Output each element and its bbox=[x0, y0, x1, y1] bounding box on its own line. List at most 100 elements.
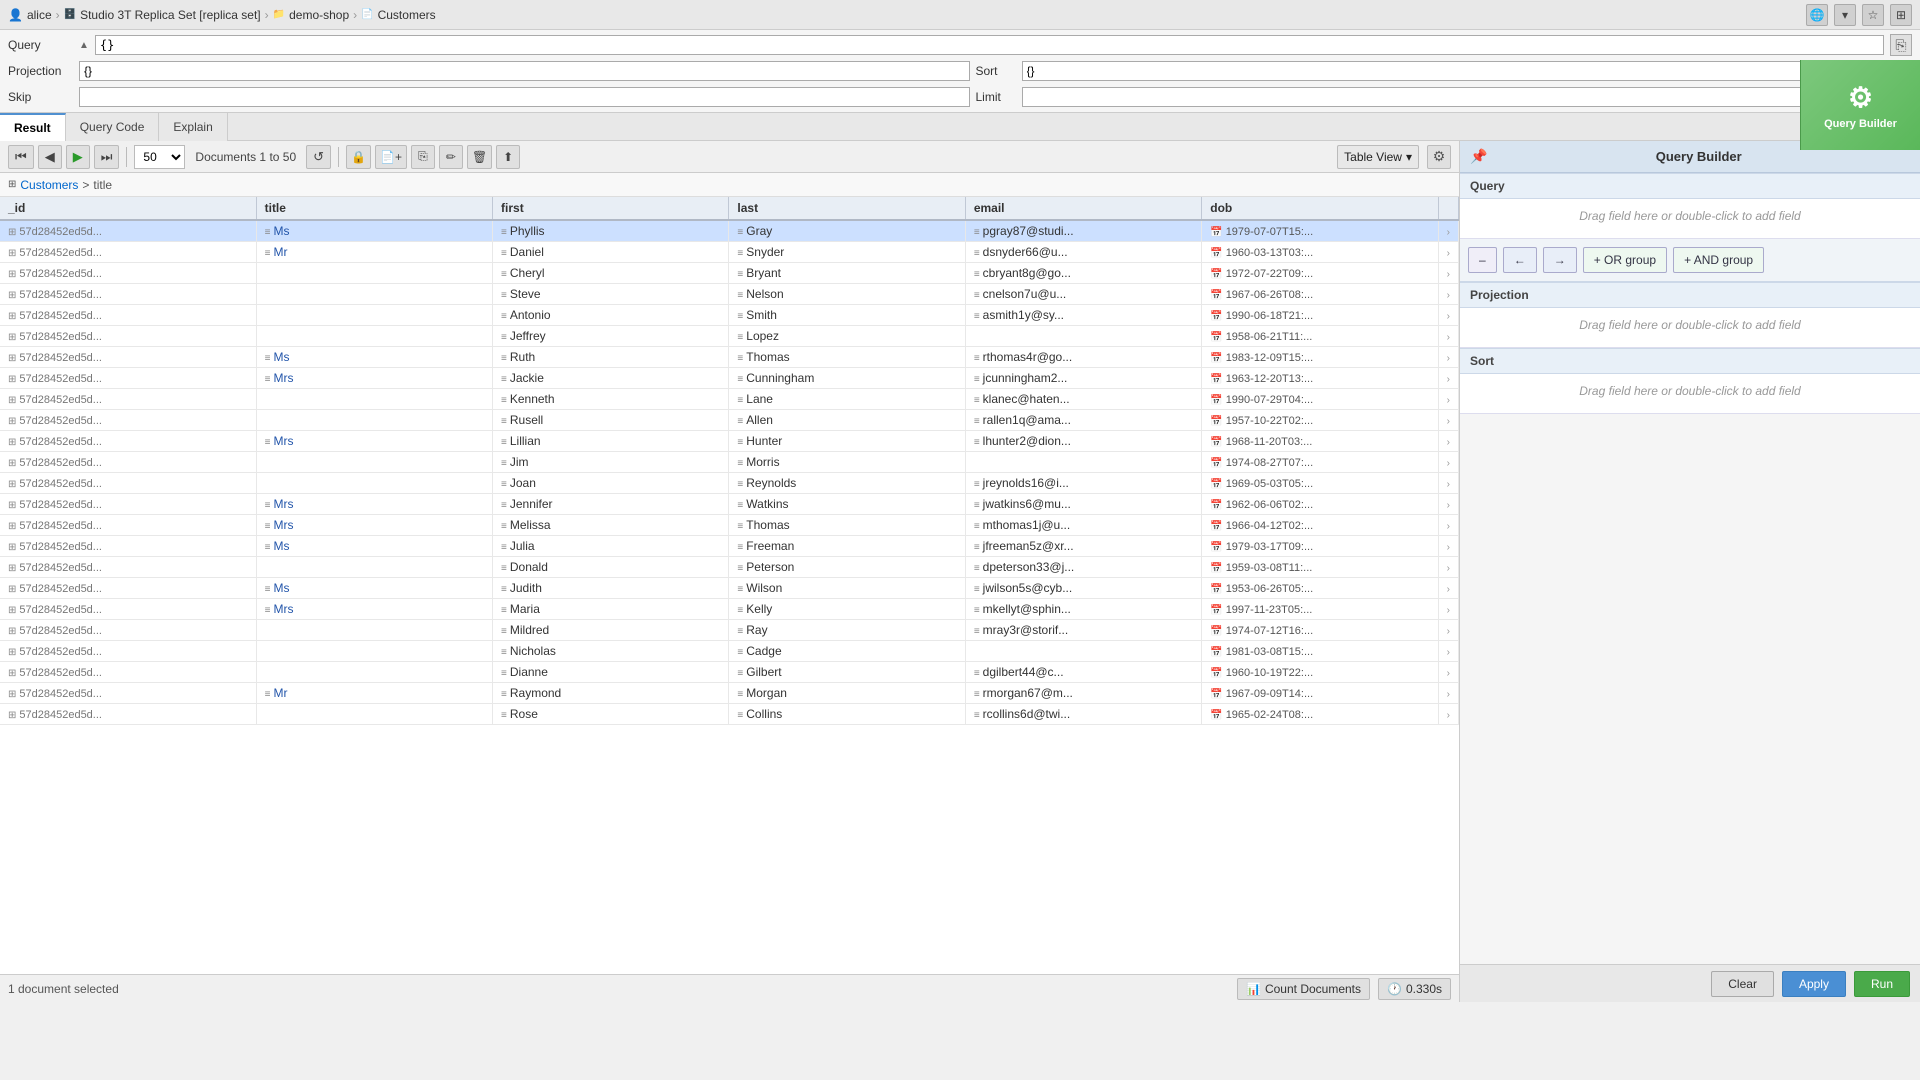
table-row[interactable]: ⊞57d28452ed5d...≡Ms≡Judith≡Wilson≡jwilso… bbox=[0, 578, 1459, 599]
delete-button[interactable]: 🗑 bbox=[467, 145, 492, 169]
projection-drop-zone[interactable]: Drag field here or double-click to add f… bbox=[1460, 308, 1920, 348]
star-icon[interactable]: ☆ bbox=[1862, 4, 1884, 26]
export-btn[interactable]: ⎘ bbox=[1890, 34, 1912, 56]
table-row[interactable]: ⊞57d28452ed5d...≡Donald≡Peterson≡dpeters… bbox=[0, 557, 1459, 578]
clone-button[interactable]: ⎘ bbox=[411, 145, 435, 169]
arrow-left-button[interactable]: ← bbox=[1503, 247, 1537, 273]
table-row[interactable]: ⊞57d28452ed5d...≡Nicholas≡Cadge📅1981-03-… bbox=[0, 641, 1459, 662]
table-row[interactable]: ⊞57d28452ed5d...≡Jeffrey≡Lopez📅1958-06-2… bbox=[0, 326, 1459, 347]
first-page-button[interactable]: ⏮ bbox=[8, 145, 34, 169]
cell-email: mray3r@storif... bbox=[983, 623, 1069, 637]
col-header-email[interactable]: email bbox=[965, 197, 1201, 220]
table-row[interactable]: ⊞57d28452ed5d...≡Ms≡Phyllis≡Gray≡pgray87… bbox=[0, 220, 1459, 242]
cell-dob: 1969-05-03T05:... bbox=[1226, 478, 1313, 490]
cell-id: 57d28452ed5d... bbox=[19, 499, 102, 511]
row-scroll-indicator: › bbox=[1447, 521, 1450, 532]
table-row[interactable]: ⊞57d28452ed5d...≡Mrs≡Maria≡Kelly≡mkellyt… bbox=[0, 599, 1459, 620]
arrow-right-button[interactable]: → bbox=[1543, 247, 1577, 273]
row-scroll-indicator: › bbox=[1447, 416, 1450, 427]
new-doc-button[interactable]: 📄+ bbox=[375, 145, 407, 169]
table-row[interactable]: ⊞57d28452ed5d...≡Mrs≡Melissa≡Thomas≡mtho… bbox=[0, 515, 1459, 536]
run-button[interactable]: ▶ bbox=[66, 145, 90, 169]
col-header-id[interactable]: _id bbox=[0, 197, 256, 220]
db-icon: 📁 bbox=[273, 9, 285, 20]
table-container[interactable]: _id title first last email bbox=[0, 197, 1459, 974]
doc-icon: ⊞ bbox=[8, 416, 16, 427]
cell-id: 57d28452ed5d... bbox=[19, 352, 102, 364]
window-icon[interactable]: ⊞ bbox=[1890, 4, 1912, 26]
cell-first: Daniel bbox=[510, 245, 544, 259]
cell-dob: 1997-11-23T05:... bbox=[1226, 604, 1313, 616]
query-input[interactable] bbox=[95, 35, 1884, 55]
cell-title: Mrs bbox=[273, 371, 293, 385]
table-row[interactable]: ⊞57d28452ed5d...≡Mr≡Raymond≡Morgan≡rmorg… bbox=[0, 683, 1459, 704]
doc-icon: ⊞ bbox=[8, 290, 16, 301]
col-title-label: title bbox=[265, 201, 286, 215]
table-row[interactable]: ⊞57d28452ed5d...≡Cheryl≡Bryant≡cbryant8g… bbox=[0, 263, 1459, 284]
and-group-button[interactable]: + AND group bbox=[1673, 247, 1764, 273]
table-row[interactable]: ⊞57d28452ed5d...≡Mrs≡Lillian≡Hunter≡lhun… bbox=[0, 431, 1459, 452]
path-collection[interactable]: Customers bbox=[20, 178, 78, 192]
col-header-dob[interactable]: dob bbox=[1202, 197, 1438, 220]
apply-button[interactable]: Apply bbox=[1782, 971, 1846, 997]
cell-email: dgilbert44@c... bbox=[983, 665, 1064, 679]
refresh-button[interactable]: ↺ bbox=[306, 145, 331, 169]
sort-drop-zone[interactable]: Drag field here or double-click to add f… bbox=[1460, 374, 1920, 414]
table-row[interactable]: ⊞57d28452ed5d...≡Joan≡Reynolds≡jreynolds… bbox=[0, 473, 1459, 494]
tab-explain[interactable]: Explain bbox=[159, 113, 227, 141]
col-header-title[interactable]: title bbox=[256, 197, 492, 220]
cell-last: Bryant bbox=[746, 266, 781, 280]
cell-first: Jackie bbox=[510, 371, 544, 385]
sort-input[interactable] bbox=[1022, 61, 1913, 81]
type-icon: ≡ bbox=[737, 290, 743, 301]
limit-input[interactable] bbox=[1022, 87, 1913, 107]
tab-query-code[interactable]: Query Code bbox=[66, 113, 160, 141]
dropdown-icon[interactable]: ▾ bbox=[1834, 4, 1856, 26]
table-row[interactable]: ⊞57d28452ed5d...≡Dianne≡Gilbert≡dgilbert… bbox=[0, 662, 1459, 683]
tab-result[interactable]: Result bbox=[0, 113, 66, 141]
settings-button[interactable]: ⚙ bbox=[1427, 145, 1451, 169]
col-header-first[interactable]: first bbox=[493, 197, 729, 220]
clear-button[interactable]: Clear bbox=[1711, 971, 1774, 997]
skip-input[interactable] bbox=[79, 87, 970, 107]
count-docs-button[interactable]: 📊 Count Documents bbox=[1237, 978, 1370, 1000]
query-builder-top-button[interactable]: ⚙ Query Builder bbox=[1800, 60, 1920, 150]
projection-input[interactable] bbox=[79, 61, 970, 81]
export-button[interactable]: ⬆ bbox=[496, 145, 520, 169]
query-drop-zone[interactable]: Drag field here or double-click to add f… bbox=[1460, 199, 1920, 239]
run-button-bottom[interactable]: Run bbox=[1854, 971, 1910, 997]
page-size-select[interactable]: 10 25 50 100 250 bbox=[134, 145, 185, 169]
cell-last: Morgan bbox=[746, 686, 787, 700]
cell-id: 57d28452ed5d... bbox=[19, 478, 102, 490]
pin-icon[interactable]: 📌 bbox=[1470, 148, 1487, 165]
or-group-button[interactable]: + OR group bbox=[1583, 247, 1667, 273]
table-row[interactable]: ⊞57d28452ed5d...≡Rose≡Collins≡rcollins6d… bbox=[0, 704, 1459, 725]
view-dropdown[interactable]: Table View ▾ bbox=[1337, 145, 1419, 169]
table-row[interactable]: ⊞57d28452ed5d...≡Mildred≡Ray≡mray3r@stor… bbox=[0, 620, 1459, 641]
row-scroll-indicator: › bbox=[1447, 269, 1450, 280]
cell-first: Raymond bbox=[510, 686, 561, 700]
cell-last: Morris bbox=[746, 455, 779, 469]
lock-icon-btn[interactable]: 🔒 bbox=[346, 145, 371, 169]
table-row[interactable]: ⊞57d28452ed5d...≡Mrs≡Jennifer≡Watkins≡jw… bbox=[0, 494, 1459, 515]
prev-page-button[interactable]: ◀ bbox=[38, 145, 62, 169]
remove-condition-button[interactable]: – bbox=[1468, 247, 1497, 273]
table-row[interactable]: ⊞57d28452ed5d...≡Jim≡Morris📅1974-08-27T0… bbox=[0, 452, 1459, 473]
globe-icon[interactable]: 🌐 bbox=[1806, 4, 1828, 26]
last-page-button[interactable]: ⏭ bbox=[94, 145, 120, 169]
col-header-last[interactable]: last bbox=[729, 197, 965, 220]
table-row[interactable]: ⊞57d28452ed5d...≡Antonio≡Smith≡asmith1y@… bbox=[0, 305, 1459, 326]
query-collapse-icon[interactable]: ▲ bbox=[79, 40, 89, 51]
edit-button[interactable]: ✏ bbox=[439, 145, 463, 169]
table-row[interactable]: ⊞57d28452ed5d...≡Ms≡Julia≡Freeman≡jfreem… bbox=[0, 536, 1459, 557]
table-row[interactable]: ⊞57d28452ed5d...≡Kenneth≡Lane≡klanec@hat… bbox=[0, 389, 1459, 410]
type-icon: 📅 bbox=[1210, 290, 1222, 301]
table-row[interactable]: ⊞57d28452ed5d...≡Mr≡Daniel≡Snyder≡dsnyde… bbox=[0, 242, 1459, 263]
type-icon: ≡ bbox=[265, 542, 271, 553]
cell-first: Ruth bbox=[510, 350, 535, 364]
table-row[interactable]: ⊞57d28452ed5d...≡Rusell≡Allen≡rallen1q@a… bbox=[0, 410, 1459, 431]
table-row[interactable]: ⊞57d28452ed5d...≡Steve≡Nelson≡cnelson7u@… bbox=[0, 284, 1459, 305]
table-row[interactable]: ⊞57d28452ed5d...≡Ms≡Ruth≡Thomas≡rthomas4… bbox=[0, 347, 1459, 368]
cell-id: 57d28452ed5d... bbox=[19, 310, 102, 322]
table-row[interactable]: ⊞57d28452ed5d...≡Mrs≡Jackie≡Cunningham≡j… bbox=[0, 368, 1459, 389]
